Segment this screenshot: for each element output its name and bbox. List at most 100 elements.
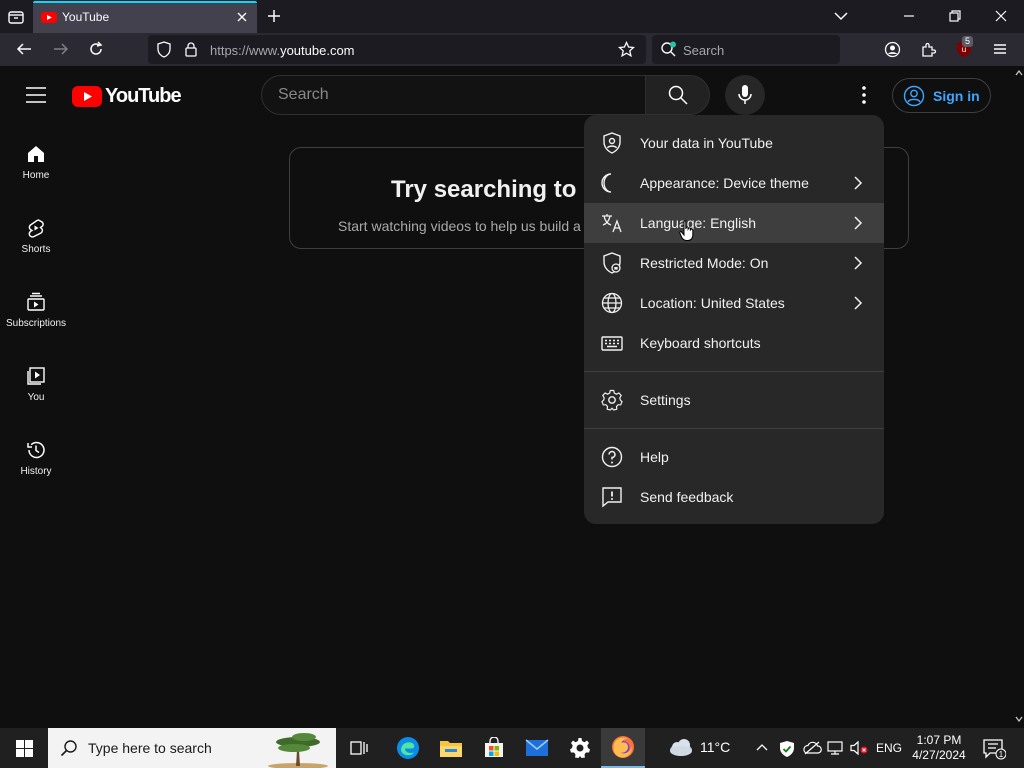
edge-icon (397, 737, 419, 759)
microphone-icon (738, 85, 752, 104)
menu-item-appearance[interactable]: Appearance: Device theme (584, 163, 884, 203)
url-domain: youtube.com (280, 43, 355, 58)
voice-search-button[interactable] (725, 75, 765, 115)
firefox-taskbar-button[interactable] (601, 728, 645, 768)
browser-tab-bar: YouTube (0, 0, 1024, 33)
folder-icon (440, 741, 462, 757)
menu-divider (584, 428, 884, 429)
search-icon (60, 740, 77, 757)
gear-icon (600, 388, 624, 412)
youtube-search-button[interactable] (645, 75, 710, 115)
store-taskbar-button[interactable] (472, 728, 516, 768)
file-explorer-taskbar-button[interactable] (429, 728, 473, 768)
mail-taskbar-button[interactable] (515, 728, 559, 768)
guide-item-label: Shorts (21, 244, 51, 255)
taskbar-search-box[interactable]: Type here to search (48, 728, 336, 768)
scroll-up-arrow-icon (1015, 70, 1023, 76)
menu-item-help[interactable]: Help (584, 437, 884, 477)
browser-tab-youtube[interactable]: YouTube (33, 1, 257, 33)
weather-temperature: 11°C (700, 739, 731, 755)
lock-icon[interactable] (184, 41, 198, 58)
menu-item-language[interactable]: Language: English (584, 203, 884, 243)
window-close-icon[interactable] (993, 8, 1009, 24)
store-bag-icon (485, 737, 503, 757)
notification-count: 1 (999, 750, 1004, 759)
guide-item-home[interactable]: Home (0, 144, 72, 181)
youtube-logo[interactable]: YouTube (72, 85, 182, 108)
settings-taskbar-button[interactable] (558, 728, 602, 768)
new-tab-plus-icon[interactable] (266, 8, 282, 24)
tab-title: YouTube (62, 10, 110, 24)
browser-search-field[interactable]: Search (652, 35, 840, 64)
scroll-down-arrow-icon (1015, 716, 1023, 722)
sign-in-button[interactable]: Sign in (892, 78, 991, 113)
browser-nav-bar: https://www.youtube.com Search u (0, 33, 1024, 66)
translate-icon (600, 211, 624, 235)
tree-illustration-icon (268, 733, 328, 768)
menu-item-label: Your data in YouTube (640, 135, 773, 151)
youtube-play-logo-icon (72, 86, 102, 107)
windows-logo-icon (16, 740, 33, 757)
address-bar[interactable]: https://www.youtube.com (148, 35, 646, 64)
mail-envelope-icon (525, 739, 549, 756)
menu-item-restricted-mode[interactable]: Restricted Mode: On (584, 243, 884, 283)
onedrive-cloud-icon[interactable] (802, 740, 822, 756)
settings-dropdown-menu: Your data in YouTube Appearance: Device … (584, 115, 884, 524)
minimize-icon[interactable] (901, 8, 917, 24)
guide-item-shorts[interactable]: Shorts (0, 218, 72, 255)
menu-item-label: Location: United States (640, 295, 785, 311)
reload-icon[interactable] (88, 41, 104, 57)
forward-arrow-icon[interactable] (52, 41, 70, 57)
network-icon[interactable] (826, 740, 844, 756)
chevron-down-icon[interactable] (833, 8, 849, 24)
close-tab-icon[interactable] (235, 10, 249, 24)
extension-badge: 5 (962, 36, 974, 47)
tracking-shield-icon[interactable] (156, 41, 172, 58)
guide-item-label: History (20, 466, 52, 477)
guide-item-label: Home (22, 170, 50, 181)
menu-item-send-feedback[interactable]: Send feedback (584, 477, 884, 517)
weather-widget[interactable]: 11°C (668, 737, 730, 757)
windows-taskbar: Type here to search 11°C ENG 1:07 PM 4/2… (0, 728, 1024, 768)
url-text[interactable]: https://www.youtube.com (210, 43, 355, 58)
menu-item-label: Help (640, 449, 669, 465)
menu-item-your-data[interactable]: Your data in YouTube (584, 123, 884, 163)
menu-item-location[interactable]: Location: United States (584, 283, 884, 323)
menu-item-label: Keyboard shortcuts (640, 335, 761, 351)
shield-person-icon (600, 131, 624, 155)
help-icon (600, 445, 624, 469)
restore-icon[interactable] (947, 8, 963, 24)
more-options-icon[interactable] (852, 83, 876, 107)
search-engine-icon[interactable] (660, 41, 678, 58)
guide-item-subscriptions[interactable]: Subscriptions (0, 292, 72, 329)
chevron-right-icon (848, 293, 868, 313)
start-button[interactable] (0, 728, 48, 768)
youtube-search-input[interactable]: Search (261, 75, 646, 115)
back-arrow-icon[interactable] (15, 41, 33, 57)
extensions-puzzle-icon[interactable] (920, 41, 937, 58)
hamburger-menu-icon[interactable] (992, 41, 1008, 57)
show-hidden-icons-chevron-up-icon[interactable] (755, 742, 769, 752)
guide-item-history[interactable]: History (0, 440, 72, 477)
edge-taskbar-button[interactable] (386, 728, 430, 768)
menu-item-label: Settings (640, 392, 691, 408)
menu-item-label: Appearance: Device theme (640, 175, 809, 191)
security-shield-icon[interactable] (778, 740, 796, 758)
menu-item-keyboard-shortcuts[interactable]: Keyboard shortcuts (584, 323, 884, 363)
active-tab-accent (33, 1, 257, 3)
guide-item-label: Subscriptions (5, 318, 67, 329)
input-language-indicator[interactable]: ENG (876, 741, 902, 755)
guide-item-you[interactable]: You (0, 366, 72, 403)
bookmark-star-icon[interactable] (618, 41, 635, 58)
page-scrollbar[interactable] (1014, 66, 1024, 728)
keyboard-icon (600, 331, 624, 355)
volume-muted-icon[interactable] (849, 740, 869, 756)
account-icon[interactable] (884, 41, 901, 58)
action-center-notification-icon[interactable]: 1 (982, 738, 1006, 760)
menu-item-settings[interactable]: Settings (584, 380, 884, 420)
task-view-button[interactable] (338, 728, 382, 768)
list-all-tabs-button[interactable] (6, 7, 26, 27)
taskbar-clock[interactable]: 1:07 PM 4/27/2024 (908, 733, 970, 763)
guide-menu-icon[interactable] (26, 86, 46, 104)
hand-pointer-cursor-icon (679, 220, 695, 242)
